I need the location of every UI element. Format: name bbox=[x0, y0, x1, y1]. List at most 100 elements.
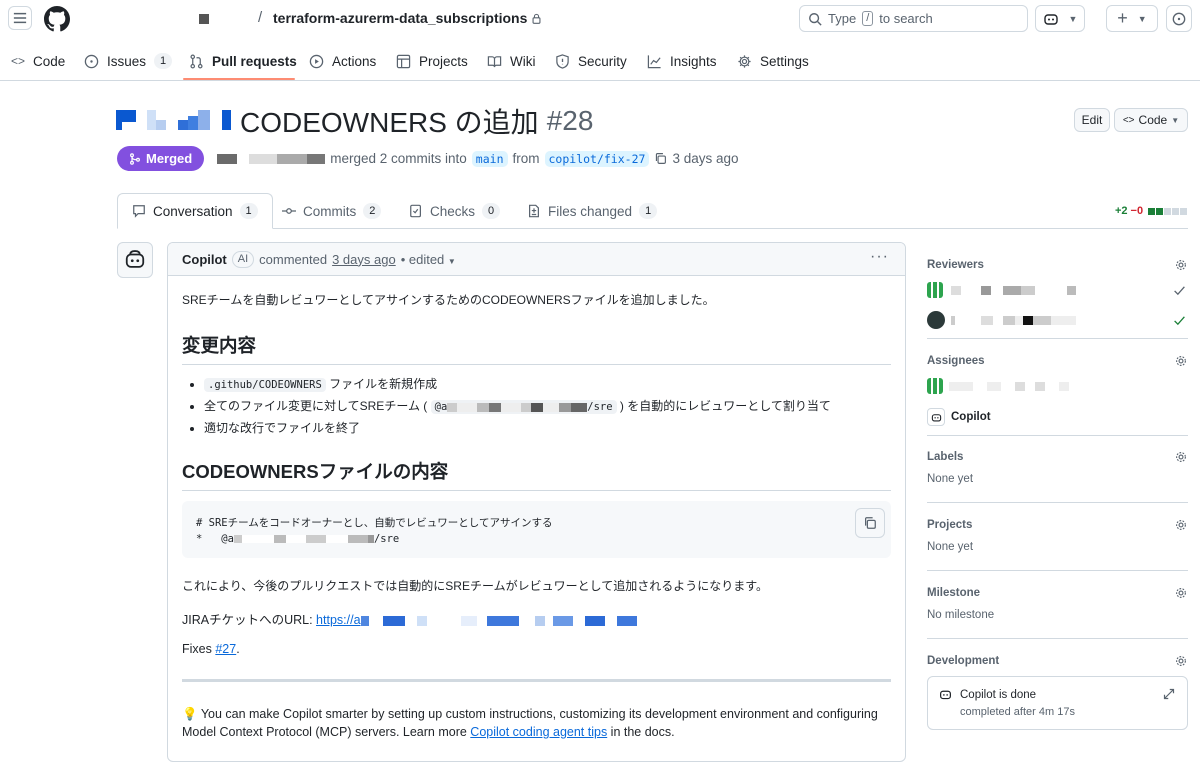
tab-actions[interactable]: Actions bbox=[309, 50, 376, 72]
menu-button[interactable] bbox=[8, 6, 32, 30]
diff-stat: +2 −0 bbox=[1115, 205, 1188, 217]
reviewer-row[interactable] bbox=[927, 310, 1188, 332]
gear-icon[interactable] bbox=[1174, 586, 1188, 600]
file-diff-icon bbox=[529, 204, 539, 218]
divider bbox=[182, 679, 891, 682]
edit-title-button[interactable]: Edit bbox=[1074, 108, 1110, 132]
tab-wiki[interactable]: Wiki bbox=[487, 50, 536, 72]
assignee-row-copilot[interactable]: Copilot bbox=[927, 406, 1188, 428]
sidebar-divider bbox=[927, 570, 1188, 571]
tab-insights[interactable]: Insights bbox=[647, 50, 717, 72]
redacted-segment bbox=[447, 402, 588, 412]
tab-pull-requests[interactable]: Pull requests bbox=[189, 50, 297, 72]
tab-files-changed[interactable]: Files changed 1 bbox=[527, 193, 658, 229]
tab-checks[interactable]: Checks 0 bbox=[409, 193, 501, 229]
issue-icon bbox=[84, 54, 99, 68]
comment-author[interactable]: Copilot bbox=[182, 252, 227, 267]
copy-icon bbox=[865, 517, 876, 529]
expand-icon[interactable] bbox=[1163, 688, 1175, 700]
copilot-icon bbox=[1043, 13, 1058, 25]
jira-link[interactable]: https://a bbox=[316, 613, 641, 627]
github-logo-icon[interactable] bbox=[44, 6, 70, 32]
pr-meta: Merged merged 2 commits into main from c… bbox=[117, 146, 739, 171]
copilot-icon bbox=[125, 250, 145, 268]
copilot-session-card[interactable]: Copilot is done completed after 4m 17s bbox=[927, 676, 1188, 730]
copilot-menu-button[interactable]: ▼ bbox=[1035, 5, 1085, 32]
sidebar-projects: Projects None yet bbox=[927, 518, 1188, 553]
tab-commits[interactable]: Commits 2 bbox=[282, 193, 382, 229]
gear-icon[interactable] bbox=[1174, 518, 1188, 532]
list-item: 適切な改行でファイルを終了 bbox=[204, 418, 891, 439]
assignee-row[interactable] bbox=[927, 376, 1188, 398]
search-input[interactable]: Type / to search bbox=[799, 5, 1028, 32]
code-block: # SREチームをコードオーナーとし、自動でレビュワーとしてアサインする * @… bbox=[182, 501, 891, 558]
issue-circle-icon bbox=[1172, 12, 1186, 25]
list-item: 全てのファイル変更に対してSREチーム ( @a/sre ) を自動的にレビュワ… bbox=[204, 396, 891, 418]
book-icon bbox=[487, 55, 502, 67]
create-new-button[interactable]: + ▼ bbox=[1106, 5, 1158, 32]
copilot-tip: 💡 You can make Copilot smarter by settin… bbox=[182, 707, 878, 739]
tab-issues[interactable]: Issues 1 bbox=[84, 50, 173, 72]
play-icon bbox=[309, 54, 324, 68]
graph-icon bbox=[647, 54, 661, 68]
table-icon bbox=[396, 54, 411, 68]
sidebar-divider bbox=[927, 502, 1188, 503]
tab-settings[interactable]: Settings bbox=[737, 50, 809, 72]
copilot-icon bbox=[940, 690, 951, 700]
code-line: # SREチームをコードオーナーとし、自動でレビュワーとしてアサインする bbox=[196, 517, 553, 529]
sidebar-divider bbox=[927, 638, 1188, 639]
tab-conversation[interactable]: Conversation 1 bbox=[117, 193, 273, 229]
comment-icon bbox=[133, 205, 145, 218]
tab-projects[interactable]: Projects bbox=[396, 50, 468, 72]
owner-avatar-redacted[interactable] bbox=[199, 14, 209, 24]
heading-changes: 変更内容 bbox=[182, 332, 891, 365]
pr-description-comment: Copilot AI commented 3 days ago • edited… bbox=[167, 242, 906, 762]
author-redacted[interactable] bbox=[217, 153, 326, 164]
reviewer-row[interactable] bbox=[927, 280, 1188, 302]
code-icon: <> bbox=[11, 54, 26, 68]
lock-icon bbox=[532, 13, 541, 24]
sidebar-divider bbox=[927, 338, 1188, 339]
head-branch[interactable]: copilot/fix-27 bbox=[544, 150, 650, 167]
code-icon: <> bbox=[1122, 114, 1135, 126]
chevron-down-icon: ▼ bbox=[447, 256, 456, 266]
tab-security[interactable]: Security bbox=[555, 50, 627, 72]
page-title: CODEOWNERS の追加 #28 bbox=[116, 103, 593, 139]
copy-icon[interactable] bbox=[654, 152, 667, 165]
base-branch[interactable]: main bbox=[471, 150, 508, 167]
team-handle-code: @a/sre bbox=[430, 400, 617, 414]
sidebar-assignees: Assignees Copilot bbox=[927, 354, 1188, 428]
issues-button[interactable] bbox=[1166, 5, 1192, 32]
check-icon bbox=[1174, 286, 1185, 296]
chevron-down-icon: ▼ bbox=[1171, 115, 1180, 125]
gear-icon[interactable] bbox=[1174, 258, 1188, 272]
gear-icon[interactable] bbox=[1174, 450, 1188, 464]
copilot-icon bbox=[931, 413, 941, 421]
edited-dropdown[interactable]: • edited ▼ bbox=[401, 252, 456, 267]
breadcrumb-separator: / bbox=[258, 9, 263, 26]
copilot-tips-link[interactable]: Copilot coding agent tips bbox=[470, 725, 607, 739]
selected-tab-underline bbox=[183, 78, 295, 80]
assignee-avatar bbox=[927, 378, 943, 394]
comment-timestamp[interactable]: 3 days ago bbox=[332, 252, 396, 267]
copilot-avatar[interactable] bbox=[117, 242, 153, 278]
copilot-avatar bbox=[927, 408, 945, 426]
gear-icon[interactable] bbox=[1174, 354, 1188, 368]
repo-name-link[interactable]: terraform-azurerm-data_subscriptions bbox=[273, 10, 542, 26]
shield-icon bbox=[556, 53, 569, 69]
tab-code[interactable]: <> Code bbox=[11, 50, 65, 72]
intro-text: SREチームを自動レビュワーとしてアサインするためのCODEOWNERSファイル… bbox=[182, 293, 715, 307]
lightbulb-icon: 💡 bbox=[182, 707, 198, 721]
commit-icon bbox=[282, 208, 296, 214]
code-dropdown-button[interactable]: <> Code ▼ bbox=[1114, 108, 1188, 132]
checklist-icon bbox=[410, 204, 421, 218]
redacted-segment bbox=[360, 615, 641, 626]
kebab-menu-icon[interactable]: ··· bbox=[870, 248, 889, 266]
check-icon bbox=[1174, 316, 1185, 326]
issue-link[interactable]: #27 bbox=[215, 642, 236, 656]
code-line: * @a/sre bbox=[196, 533, 400, 545]
gear-icon[interactable] bbox=[1174, 654, 1188, 668]
copy-code-button[interactable] bbox=[855, 508, 885, 538]
redacted-name bbox=[949, 382, 1069, 391]
gear-icon bbox=[738, 54, 751, 68]
